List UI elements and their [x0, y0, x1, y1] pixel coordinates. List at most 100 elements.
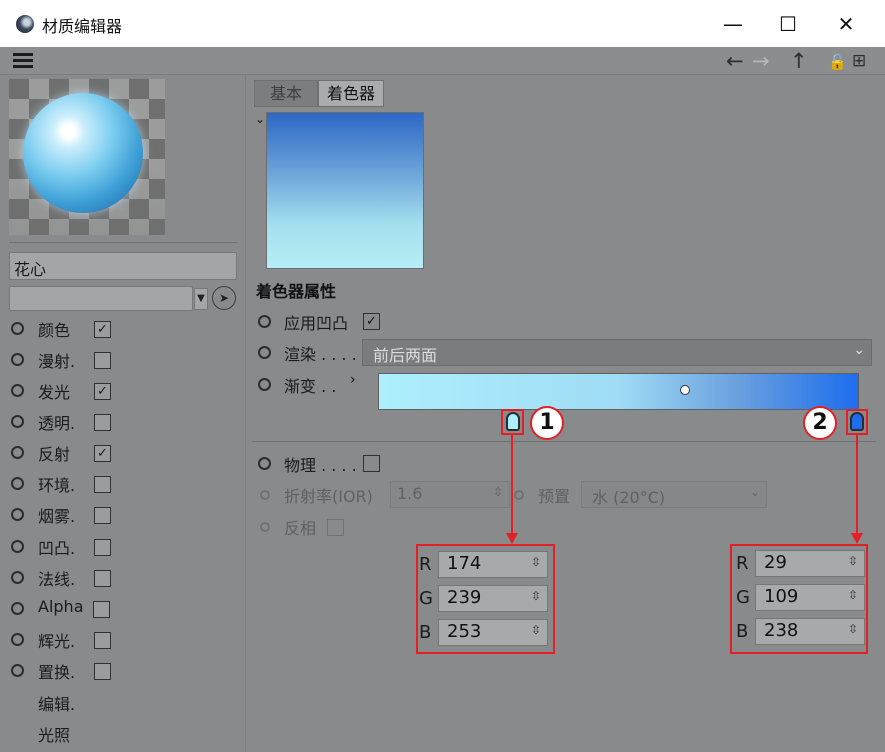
channel-bump[interactable]: 凹凸. — [11, 535, 241, 559]
back-arrow-icon[interactable]: ← — [726, 49, 744, 73]
channel-label: 反射 — [38, 445, 71, 464]
arrow-down-icon — [506, 533, 518, 544]
channel-checkbox[interactable] — [94, 352, 111, 369]
window-title: 材质编辑器 — [42, 17, 123, 36]
g-value-input[interactable]: 239 ⇳ — [438, 585, 548, 612]
channel-reflectance[interactable]: 反射 ✓ — [11, 441, 241, 465]
cursor-icon[interactable]: ➤ — [212, 286, 236, 310]
callout-line — [511, 435, 513, 535]
radio-icon[interactable] — [11, 384, 24, 397]
shader-preview — [266, 112, 424, 269]
radio-icon[interactable] — [258, 378, 271, 391]
stepper-icon[interactable]: ⇳ — [848, 622, 858, 636]
channel-label: 凹凸. — [38, 539, 76, 558]
rgb-row-g: G 239 ⇳ — [416, 584, 555, 614]
chevron-down-icon[interactable]: ⌄ — [255, 112, 265, 126]
radio-icon[interactable] — [11, 508, 24, 521]
b-value-input[interactable]: 238 ⇳ — [755, 618, 865, 645]
radio-icon[interactable] — [11, 446, 24, 459]
gradient-midpoint-handle[interactable] — [680, 385, 690, 395]
radio-icon[interactable] — [258, 346, 271, 359]
title-bar: 材质编辑器 — ☐ ✕ — [0, 0, 885, 47]
channel-diffusion[interactable]: 漫射. — [11, 348, 241, 372]
stepper-icon: ⇳ — [492, 485, 503, 499]
apply-bump-checkbox[interactable]: ✓ — [363, 313, 380, 330]
b-value-input[interactable]: 253 ⇳ — [438, 619, 548, 646]
gradient-bar[interactable] — [378, 373, 859, 410]
radio-icon[interactable] — [11, 477, 24, 490]
g-value-input[interactable]: 109 ⇳ — [755, 584, 865, 611]
channel-g-label: G — [419, 588, 433, 609]
ior-input: 1.6 ⇳ — [390, 481, 510, 508]
up-arrow-icon[interactable]: ↑ — [790, 49, 808, 73]
channel-transparency[interactable]: 透明. — [11, 410, 241, 434]
channel-b-label: B — [419, 622, 432, 643]
channel-checkbox[interactable] — [94, 414, 111, 431]
r-value-input[interactable]: 29 ⇳ — [755, 550, 865, 577]
channel-displacement[interactable]: 置换. — [11, 659, 241, 683]
channel-checkbox[interactable]: ✓ — [94, 383, 111, 400]
channel-glow[interactable]: 辉光. — [11, 628, 241, 652]
physical-checkbox[interactable] — [363, 455, 380, 472]
radio-icon[interactable] — [258, 315, 271, 328]
radio-icon — [260, 522, 270, 532]
stepper-icon[interactable]: ⇳ — [531, 555, 541, 569]
radio-icon[interactable] — [11, 415, 24, 428]
radio-icon[interactable] — [11, 602, 24, 615]
radio-icon[interactable] — [11, 353, 24, 366]
channel-checkbox[interactable] — [94, 570, 111, 587]
channel-label: 法线. — [38, 570, 76, 589]
material-name-field[interactable]: 花心 — [9, 252, 237, 280]
channel-checkbox[interactable] — [94, 507, 111, 524]
illumination-item[interactable]: 光照 — [38, 722, 70, 746]
editor-item[interactable]: 编辑. — [38, 691, 75, 715]
radio-icon[interactable] — [11, 322, 24, 335]
channel-checkbox[interactable] — [94, 539, 111, 556]
tab-basic[interactable]: 基本 — [254, 80, 318, 107]
radio-icon[interactable] — [11, 664, 24, 677]
close-button[interactable]: ✕ — [823, 8, 869, 40]
channel-checkbox[interactable] — [94, 476, 111, 493]
radio-icon[interactable] — [11, 571, 24, 584]
channel-panel: 花心 ▼ ➤ 颜色 ✓ 漫射. 发光 ✓ 透明. 反射 ✓ 环境. 烟雾. 凹凸… — [0, 75, 246, 752]
divider — [9, 242, 237, 243]
radio-icon[interactable] — [11, 540, 24, 553]
channel-color[interactable]: 颜色 ✓ — [11, 317, 241, 341]
rgb-row-r: R 174 ⇳ — [416, 550, 555, 580]
material-preview[interactable] — [9, 79, 165, 235]
maximize-button[interactable]: ☐ — [765, 8, 811, 40]
radio-icon[interactable] — [258, 457, 271, 470]
r-value-input[interactable]: 174 ⇳ — [438, 551, 548, 578]
stepper-icon[interactable]: ⇳ — [848, 554, 858, 568]
chevron-right-icon[interactable]: › — [350, 372, 356, 388]
stepper-icon[interactable]: ⇳ — [531, 589, 541, 603]
channel-environment[interactable]: 环境. — [11, 472, 241, 496]
channel-alpha[interactable]: Alpha — [11, 597, 241, 621]
channel-checkbox[interactable] — [94, 632, 111, 649]
new-window-icon[interactable]: ⊞ — [852, 51, 866, 71]
menu-icon[interactable] — [13, 53, 35, 69]
channel-checkbox[interactable] — [94, 663, 111, 680]
layer-dropdown[interactable] — [9, 286, 193, 311]
forward-arrow-icon[interactable]: → — [752, 49, 770, 73]
channel-luminance[interactable]: 发光 ✓ — [11, 379, 241, 403]
radio-icon[interactable] — [11, 633, 24, 646]
render-row: 渲染 . . . . — [256, 340, 366, 366]
r-value: 29 — [764, 552, 787, 573]
channel-fog[interactable]: 烟雾. — [11, 503, 241, 527]
render-select[interactable]: 前后两面 ⌄ — [362, 339, 872, 366]
channel-label: 透明. — [38, 414, 76, 433]
minimize-button[interactable]: — — [710, 8, 756, 40]
stepper-icon[interactable]: ⇳ — [848, 588, 858, 602]
physical-row[interactable]: 物理 . . . . — [256, 451, 396, 477]
tab-shader[interactable]: 着色器 — [318, 80, 384, 107]
apply-bump-row[interactable]: 应用凹凸 ✓ — [256, 309, 456, 335]
preview-sphere — [23, 93, 143, 213]
chevron-down-icon[interactable]: ▼ — [194, 288, 208, 310]
channel-normal[interactable]: 法线. — [11, 566, 241, 590]
stepper-icon[interactable]: ⇳ — [531, 623, 541, 637]
lock-icon[interactable]: 🔓 — [828, 53, 847, 71]
channel-checkbox[interactable] — [93, 601, 110, 618]
channel-checkbox[interactable]: ✓ — [94, 321, 111, 338]
channel-checkbox[interactable]: ✓ — [94, 445, 111, 462]
